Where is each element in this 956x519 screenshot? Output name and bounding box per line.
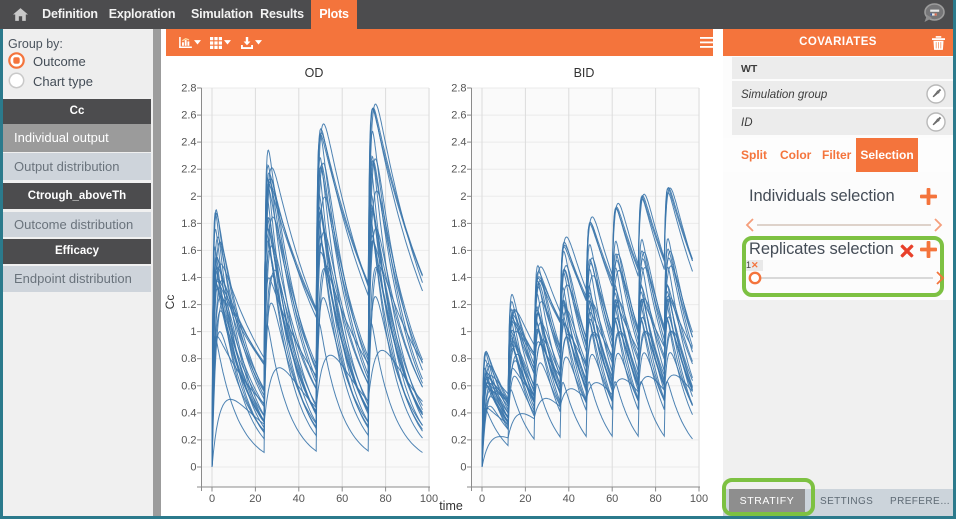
svg-text:2: 2: [460, 191, 466, 203]
svg-text:20: 20: [519, 493, 531, 505]
svg-text:100: 100: [420, 493, 438, 505]
svg-text:time: time: [439, 499, 463, 513]
svg-text:100: 100: [690, 493, 708, 505]
svg-text:40: 40: [563, 493, 575, 505]
svg-text:1.8: 1.8: [451, 218, 466, 230]
svg-text:2.8: 2.8: [451, 83, 466, 95]
svg-text:0.6: 0.6: [181, 380, 196, 392]
svg-text:0.4: 0.4: [451, 407, 466, 419]
svg-text:0: 0: [209, 493, 215, 505]
svg-text:80: 80: [379, 493, 391, 505]
svg-text:2.2: 2.2: [181, 164, 196, 176]
svg-text:BID: BID: [574, 66, 595, 80]
svg-text:1.6: 1.6: [181, 245, 196, 257]
svg-text:2: 2: [190, 191, 196, 203]
svg-text:80: 80: [649, 493, 661, 505]
svg-text:1.4: 1.4: [181, 272, 196, 284]
svg-text:0.2: 0.2: [181, 434, 196, 446]
svg-text:1: 1: [460, 326, 466, 338]
svg-text:1.2: 1.2: [181, 299, 196, 311]
svg-text:20: 20: [249, 493, 261, 505]
svg-text:1.6: 1.6: [451, 245, 466, 257]
svg-text:Cc: Cc: [163, 295, 177, 310]
svg-text:1: 1: [190, 326, 196, 338]
svg-text:0.4: 0.4: [181, 407, 196, 419]
svg-text:2.8: 2.8: [181, 83, 196, 95]
svg-text:0.8: 0.8: [181, 353, 196, 365]
svg-text:60: 60: [606, 493, 618, 505]
svg-text:2.2: 2.2: [451, 164, 466, 176]
svg-text:2.4: 2.4: [451, 137, 466, 149]
svg-text:1.4: 1.4: [451, 272, 466, 284]
svg-text:2.4: 2.4: [181, 137, 196, 149]
svg-text:2.6: 2.6: [451, 110, 466, 122]
svg-text:40: 40: [293, 493, 305, 505]
svg-text:2.6: 2.6: [181, 110, 196, 122]
svg-text:0: 0: [190, 462, 196, 474]
svg-text:0: 0: [460, 462, 466, 474]
svg-text:60: 60: [336, 493, 348, 505]
svg-text:0: 0: [479, 493, 485, 505]
svg-text:0.2: 0.2: [451, 434, 466, 446]
svg-text:1.2: 1.2: [451, 299, 466, 311]
svg-text:0.8: 0.8: [451, 353, 466, 365]
svg-text:1.8: 1.8: [181, 218, 196, 230]
svg-text:OD: OD: [305, 66, 324, 80]
svg-text:0.6: 0.6: [451, 380, 466, 392]
